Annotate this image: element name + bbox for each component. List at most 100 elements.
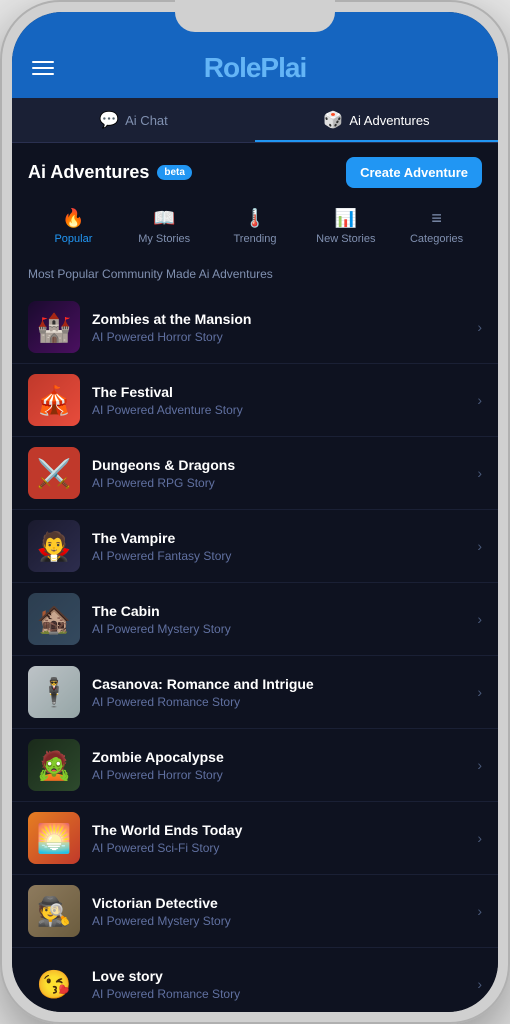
adventure-desc: AI Powered Horror Story <box>92 330 465 344</box>
adventure-list: 🏰 Zombies at the Mansion AI Powered Horr… <box>12 291 498 1012</box>
adventure-name: Dungeons & Dragons <box>92 457 465 473</box>
thumb-emoji: 🎪 <box>37 384 72 417</box>
thumb-emoji: 🕵️ <box>37 895 72 928</box>
filter-tab-new-stories-label: New Stories <box>316 233 375 245</box>
filter-tab-new-stories[interactable]: 📊 New Stories <box>300 202 391 251</box>
filter-tabs: 🔥 Popular 📖 My Stories 🌡️ Trending 📊 New… <box>12 198 498 263</box>
adventures-header: Ai Adventures beta Create Adventure <box>12 143 498 198</box>
chat-icon: 💬 <box>99 110 119 130</box>
thumb-emoji: 🧟 <box>37 749 72 782</box>
tab-ai-adventures[interactable]: 🎲 Ai Adventures <box>255 98 498 142</box>
adventure-thumbnail: 😘 <box>28 958 80 1010</box>
chevron-right-icon: › <box>477 903 482 919</box>
create-adventure-button[interactable]: Create Adventure <box>346 157 482 188</box>
beta-badge: beta <box>157 165 192 180</box>
notch <box>175 0 335 32</box>
trending-icon: 🌡️ <box>244 208 266 229</box>
thumb-emoji: 🧛 <box>37 530 72 563</box>
list-item[interactable]: 🏚️ The Cabin AI Powered Mystery Story › <box>12 583 498 656</box>
main-tabs: 💬 Ai Chat 🎲 Ai Adventures <box>12 98 498 143</box>
adventure-name: Victorian Detective <box>92 895 465 911</box>
adventure-info: The Festival AI Powered Adventure Story <box>92 384 465 417</box>
list-item[interactable]: 🧛 The Vampire AI Powered Fantasy Story › <box>12 510 498 583</box>
popular-icon: 🔥 <box>62 208 84 229</box>
adventure-desc: AI Powered Mystery Story <box>92 622 465 636</box>
my-stories-icon: 📖 <box>153 208 175 229</box>
adventure-info: Casanova: Romance and Intrigue AI Powere… <box>92 676 465 709</box>
adventure-info: The Vampire AI Powered Fantasy Story <box>92 530 465 563</box>
adventure-name: Zombie Apocalypse <box>92 749 465 765</box>
filter-tab-categories[interactable]: ≡ Categories <box>391 202 482 251</box>
chevron-right-icon: › <box>477 465 482 481</box>
chevron-right-icon: › <box>477 757 482 773</box>
thumb-emoji: 🏚️ <box>37 603 72 636</box>
thumb-emoji: 🕴️ <box>37 676 72 709</box>
list-item[interactable]: 🕴️ Casanova: Romance and Intrigue AI Pow… <box>12 656 498 729</box>
tab-ai-chat[interactable]: 💬 Ai Chat <box>12 98 255 142</box>
chevron-right-icon: › <box>477 976 482 992</box>
list-item[interactable]: 🎪 The Festival AI Powered Adventure Stor… <box>12 364 498 437</box>
header: RolePlai <box>12 44 498 98</box>
adventure-desc: AI Powered Romance Story <box>92 987 465 1001</box>
adventure-name: Casanova: Romance and Intrigue <box>92 676 465 692</box>
app-logo: RolePlai <box>204 52 307 84</box>
adventure-desc: AI Powered Sci-Fi Story <box>92 841 465 855</box>
adventure-thumbnail: 🕴️ <box>28 666 80 718</box>
list-item[interactable]: ⚔️ Dungeons & Dragons AI Powered RPG Sto… <box>12 437 498 510</box>
adventure-desc: AI Powered Mystery Story <box>92 914 465 928</box>
thumb-emoji: 🏰 <box>37 311 72 344</box>
filter-tab-trending-label: Trending <box>233 233 276 245</box>
adventure-thumbnail: 🏰 <box>28 301 80 353</box>
chevron-right-icon: › <box>477 392 482 408</box>
adventure-name: The World Ends Today <box>92 822 465 838</box>
adventure-desc: AI Powered Adventure Story <box>92 403 465 417</box>
thumb-emoji: ⚔️ <box>37 457 72 490</box>
adventures-icon: 🎲 <box>323 110 343 130</box>
adventure-info: Zombies at the Mansion AI Powered Horror… <box>92 311 465 344</box>
logo-text: RolePlai <box>204 52 307 83</box>
list-item[interactable]: 🕵️ Victorian Detective AI Powered Myster… <box>12 875 498 948</box>
adventure-name: The Vampire <box>92 530 465 546</box>
list-item[interactable]: 😘 Love story AI Powered Romance Story › <box>12 948 498 1012</box>
adventure-desc: AI Powered Romance Story <box>92 695 465 709</box>
adventure-info: Dungeons & Dragons AI Powered RPG Story <box>92 457 465 490</box>
adventure-desc: AI Powered RPG Story <box>92 476 465 490</box>
filter-tab-categories-label: Categories <box>410 233 463 245</box>
filter-tab-trending[interactable]: 🌡️ Trending <box>210 202 301 251</box>
list-item[interactable]: 🏰 Zombies at the Mansion AI Powered Horr… <box>12 291 498 364</box>
categories-icon: ≡ <box>431 208 442 229</box>
adventure-info: The Cabin AI Powered Mystery Story <box>92 603 465 636</box>
adventure-thumbnail: ⚔️ <box>28 447 80 499</box>
chevron-right-icon: › <box>477 538 482 554</box>
hamburger-menu[interactable] <box>32 61 54 75</box>
adventure-desc: AI Powered Horror Story <box>92 768 465 782</box>
adventures-title: Ai Adventures <box>28 162 149 183</box>
adventure-thumbnail: 🏚️ <box>28 593 80 645</box>
adventure-info: Victorian Detective AI Powered Mystery S… <box>92 895 465 928</box>
main-content: Ai Adventures beta Create Adventure 🔥 Po… <box>12 143 498 1012</box>
tab-ai-adventures-label: Ai Adventures <box>349 113 429 128</box>
filter-tab-popular-label: Popular <box>54 233 92 245</box>
adventures-title-group: Ai Adventures beta <box>28 162 192 183</box>
section-label: Most Popular Community Made Ai Adventure… <box>12 263 498 291</box>
chevron-right-icon: › <box>477 684 482 700</box>
adventure-thumbnail: 🌅 <box>28 812 80 864</box>
thumb-emoji: 🌅 <box>37 822 72 855</box>
new-stories-icon: 📊 <box>335 208 357 229</box>
filter-tab-my-stories[interactable]: 📖 My Stories <box>119 202 210 251</box>
tab-ai-chat-label: Ai Chat <box>125 113 168 128</box>
adventure-name: The Festival <box>92 384 465 400</box>
adventure-info: Love story AI Powered Romance Story <box>92 968 465 1001</box>
adventure-name: Zombies at the Mansion <box>92 311 465 327</box>
list-item[interactable]: 🧟 Zombie Apocalypse AI Powered Horror St… <box>12 729 498 802</box>
chevron-right-icon: › <box>477 830 482 846</box>
filter-tab-popular[interactable]: 🔥 Popular <box>28 202 119 251</box>
phone-inner: RolePlai 💬 Ai Chat 🎲 Ai Adventures Ai Ad… <box>12 12 498 1012</box>
filter-tab-my-stories-label: My Stories <box>138 233 190 245</box>
phone-frame: RolePlai 💬 Ai Chat 🎲 Ai Adventures Ai Ad… <box>0 0 510 1024</box>
adventure-info: Zombie Apocalypse AI Powered Horror Stor… <box>92 749 465 782</box>
adventure-thumbnail: 🧟 <box>28 739 80 791</box>
thumb-emoji: 😘 <box>37 968 72 1001</box>
adventure-desc: AI Powered Fantasy Story <box>92 549 465 563</box>
list-item[interactable]: 🌅 The World Ends Today AI Powered Sci-Fi… <box>12 802 498 875</box>
